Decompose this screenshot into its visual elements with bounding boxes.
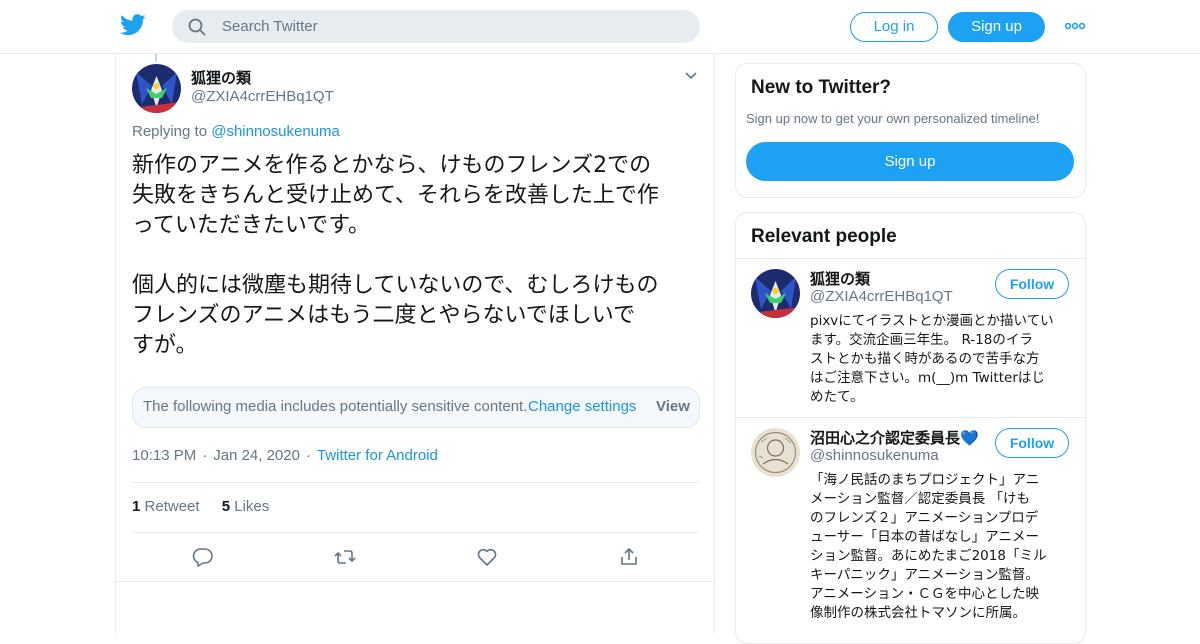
person-handle[interactable]: @ZXIA4crrEHBq1QT [810, 288, 953, 305]
divider [736, 258, 1085, 259]
search-icon [188, 18, 206, 36]
bio-line: 「海ノ民話のまちプロジェクト」アニ [810, 472, 1040, 488]
person-handle[interactable]: @shinnosukenuma [810, 447, 939, 464]
author-avatar[interactable] [132, 64, 181, 113]
retweet-label: Retweet [144, 498, 200, 515]
tweet-text-line: フレンズのアニメはもう二度とやらないでほしいで [132, 303, 636, 328]
likes-count: 5 [221, 498, 231, 515]
signup-card-subtitle: Sign up now to get your own personalized… [746, 111, 1040, 126]
tweet-text-line: すが。 [132, 333, 198, 358]
retweet-icon[interactable] [333, 545, 357, 569]
view-media-button[interactable]: View [656, 398, 690, 415]
like-icon[interactable] [475, 545, 499, 569]
sensitive-media-message: The following media includes potentially… [143, 398, 528, 415]
person-bio: pixvにてイラストとか漫画とか描いてい ます。交流企画三年生。 R-18のイラ… [810, 312, 1068, 407]
follow-button[interactable]: Follow [995, 269, 1069, 299]
bio-line: キーパニック」アニメーション監督。 [810, 567, 1039, 583]
follow-button[interactable]: Follow [995, 428, 1069, 458]
sidebar-signup-button[interactable]: Sign up [746, 142, 1074, 181]
bio-line: はご注意下さい。m(__)m Twitterはじ [810, 370, 1045, 386]
tweet-text-line: っていただきたいです。 [132, 213, 371, 238]
change-settings-link[interactable]: Change settings [528, 398, 636, 415]
bio-line: のフレンズ２」アニメーションプロデ [810, 510, 1039, 526]
person-avatar[interactable] [751, 269, 800, 318]
signup-button[interactable]: Sign up [948, 12, 1045, 42]
top-navigation-bar: Log in Sign up [0, 0, 1200, 54]
person-name[interactable]: 狐狸の類 [810, 268, 870, 289]
signup-card: New to Twitter? Sign up now to get your … [735, 63, 1086, 198]
tweet-text-line: 個人的には微塵も期待していないので、むしろけもの [132, 273, 659, 298]
retweet-stat[interactable]: 1 Retweet [132, 498, 200, 515]
replying-to-line: Replying to @shinnosukenuma [132, 123, 340, 140]
tweet-time[interactable]: 10:13 PM [132, 447, 196, 464]
bio-line: めたて。 [810, 389, 864, 405]
tweet-date[interactable]: Jan 24, 2020 [213, 447, 300, 464]
bio-line: ション監督。あにめたまご2018「ミル [810, 548, 1047, 564]
divider [132, 532, 699, 533]
author-name[interactable]: 狐狸の類 [191, 67, 251, 88]
bio-line: pixvにてイラストとか漫画とか描いてい [810, 313, 1054, 329]
tweet-paragraph: 新作のアニメを作るとかなら、けものフレンズ2での 失敗をきちんと受け止めて、それ… [132, 151, 707, 241]
more-options-icon[interactable] [1064, 18, 1086, 34]
tweet-text-line: 失敗をきちんと受け止めて、それらを改善した上で作 [132, 183, 659, 208]
relevant-people-card: Relevant people 狐狸の類 @ZXIA4crrEHBq1QT Fo… [735, 212, 1086, 644]
likes-label: Likes [234, 498, 270, 515]
divider [132, 482, 699, 483]
tweet-paragraph: 個人的には微塵も期待していないので、むしろけもの フレンズのアニメはもう二度とや… [132, 271, 707, 361]
person-avatar[interactable] [751, 428, 800, 477]
separator-dot: · [202, 447, 208, 464]
bio-line: ューサー「日本の昔ばなし」アニメー [810, 529, 1039, 545]
bio-line: 像制作の株式会社トマソンに所属。 [810, 605, 1026, 621]
login-button[interactable]: Log in [850, 12, 938, 42]
bio-line: ストとかも描く時があるので苦手な方 [810, 351, 1040, 367]
chevron-down-icon[interactable] [684, 71, 698, 81]
sensitive-media-notice: The following media includes potentially… [132, 387, 700, 428]
tweet-stats: 1 Retweet 5 Likes [132, 498, 287, 515]
signup-card-title: New to Twitter? [751, 77, 892, 98]
reply-icon[interactable] [191, 545, 215, 569]
tweet-metadata: 10:13 PM · Jan 24, 2020 · Twitter for Androi… [132, 447, 438, 464]
share-icon[interactable] [617, 545, 641, 569]
likes-stat[interactable]: 5 Likes [222, 498, 270, 515]
bio-line: アニメーション・ＣＧを中心とした映 [810, 586, 1039, 602]
search-input[interactable] [222, 10, 682, 43]
thread-connector-line [155, 54, 157, 62]
tweet-permalink: 狐狸の類 @ZXIA4crrEHBq1QT Replying to @shinn… [115, 54, 715, 634]
divider [116, 581, 714, 582]
tweet-text: 新作のアニメを作るとかなら、けものフレンズ2での 失敗をきちんと受け止めて、それ… [132, 151, 707, 361]
bio-line: ます。交流企画三年生。 R-18のイラ [810, 332, 1033, 348]
author-handle[interactable]: @ZXIA4crrEHBq1QT [191, 88, 334, 105]
replying-to-link[interactable]: @shinnosukenuma [211, 123, 340, 140]
replying-to-label: Replying to [132, 123, 208, 140]
bio-line: メーション監督／認定委員長 「けも [810, 491, 1031, 507]
search-box[interactable] [172, 10, 700, 43]
relevant-people-title: Relevant people [751, 226, 897, 247]
divider [736, 417, 1085, 418]
tweet-source-link[interactable]: Twitter for Android [317, 447, 438, 464]
retweet-count: 1 [132, 498, 141, 515]
twitter-bird-logo-icon[interactable] [120, 14, 146, 36]
tweet-text-line: 新作のアニメを作るとかなら、けものフレンズ2での [132, 153, 652, 178]
separator-dot: · [305, 447, 311, 464]
person-name[interactable]: 沼田心之介認定委員長💙 [810, 427, 979, 448]
person-bio: 「海ノ民話のまちプロジェクト」アニ メーション監督／認定委員長 「けも のフレン… [810, 471, 1068, 623]
